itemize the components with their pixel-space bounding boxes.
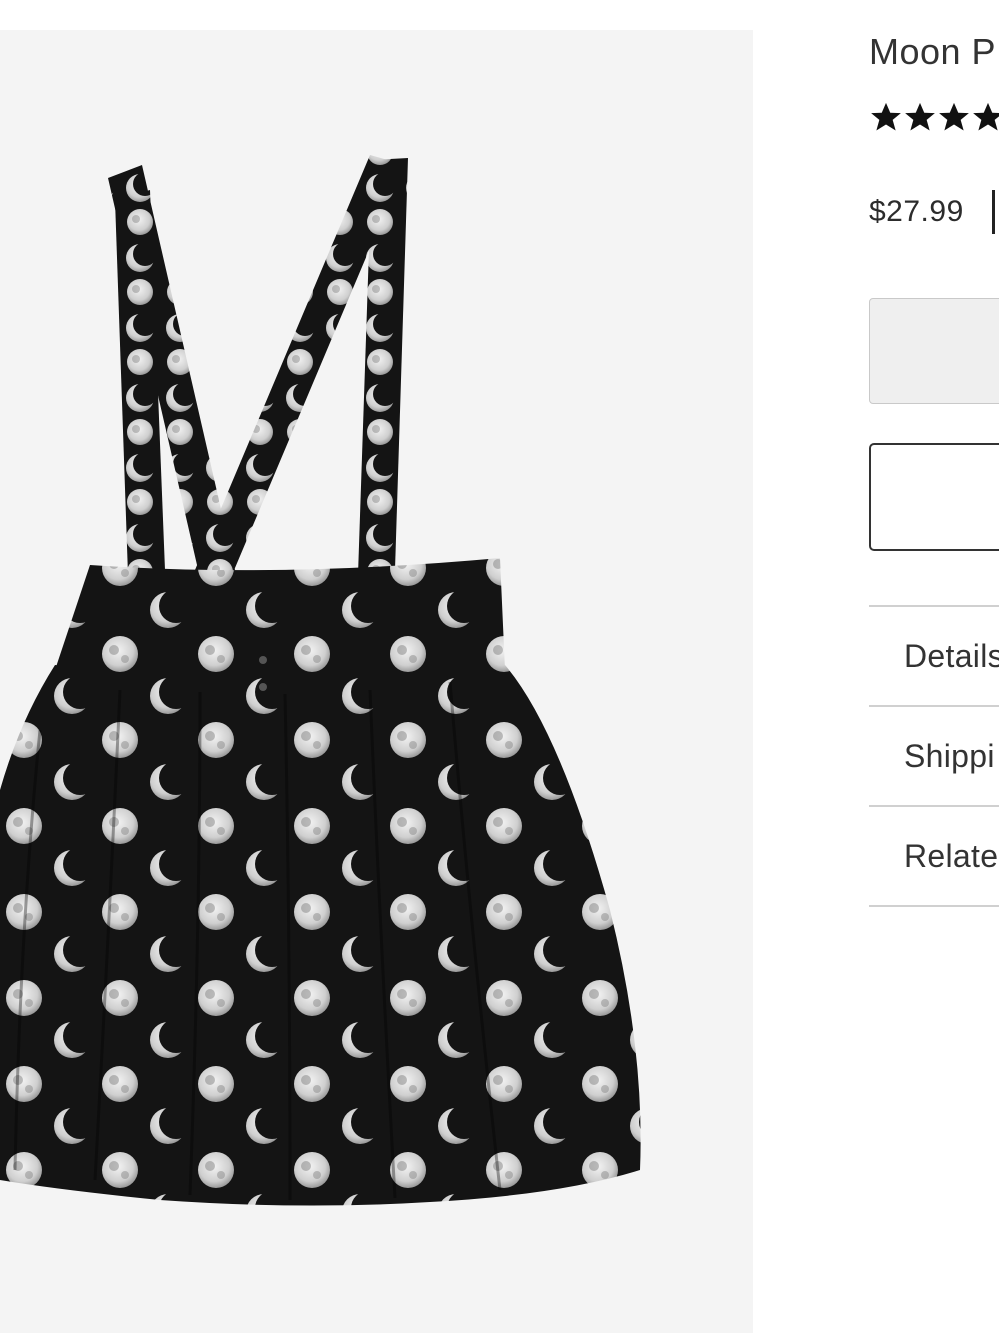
accordion-item-shipping[interactable]: Shippi: [869, 705, 999, 805]
skirt-waistband: [55, 558, 505, 680]
product-page: Moon P $27.99 Details Shippi Relate: [0, 0, 999, 1333]
price-row: $27.99: [869, 190, 995, 234]
accordion-item-related[interactable]: Relate: [869, 805, 999, 905]
star-icon: [905, 102, 935, 131]
add-to-bag-button[interactable]: [869, 298, 999, 404]
accordion-item-label: Relate: [904, 837, 999, 874]
star-icon: [871, 102, 901, 131]
product-accordion: Details Shippi Relate: [869, 605, 999, 907]
secondary-action-button[interactable]: [869, 443, 999, 551]
product-photo[interactable]: [0, 30, 753, 1333]
star-icon: [973, 102, 999, 131]
product-image-gallery[interactable]: [0, 30, 753, 1333]
product-info-panel: Moon P $27.99 Details Shippi Relate: [869, 0, 999, 1333]
accordion-item-details[interactable]: Details: [869, 605, 999, 705]
price-divider: [991, 190, 995, 234]
accordion-item-label: Shippi: [904, 737, 995, 774]
star-icon: [939, 102, 969, 131]
rating-stars[interactable]: [869, 98, 999, 140]
product-title: Moon P: [869, 31, 997, 72]
accordion-item-label: Details: [904, 637, 999, 674]
price: $27.99: [869, 195, 964, 228]
accordion-divider: [869, 905, 999, 907]
skirt-body: [0, 665, 641, 1206]
